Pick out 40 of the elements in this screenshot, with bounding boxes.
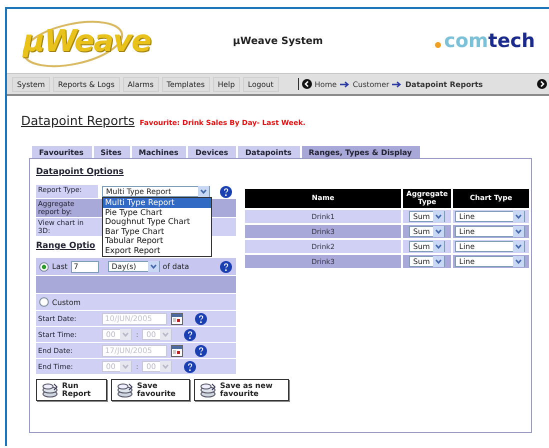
back-icon[interactable] xyxy=(302,79,312,89)
system-title: µWeave System xyxy=(232,36,324,46)
help-icon[interactable] xyxy=(195,344,207,356)
dropdown-option[interactable]: Tabular Report xyxy=(103,236,211,246)
radio-button[interactable] xyxy=(39,297,49,307)
disk-stack-icon xyxy=(41,382,59,398)
dropdown-option[interactable]: Bar Type Chart xyxy=(103,226,211,236)
arrow-icon xyxy=(392,80,402,88)
help-icon[interactable] xyxy=(195,312,207,324)
arrow-icon xyxy=(340,80,350,88)
caret-icon[interactable] xyxy=(513,256,524,267)
caret-icon[interactable] xyxy=(148,261,159,272)
help-icon[interactable] xyxy=(184,328,196,340)
section-heading: Range Optio xyxy=(36,241,96,251)
caret-icon[interactable] xyxy=(433,256,444,267)
disk-stack-icon xyxy=(199,382,217,398)
dropdown-option[interactable]: Pie Type Chart xyxy=(103,208,211,218)
caret-icon[interactable] xyxy=(513,241,524,252)
caret-icon[interactable] xyxy=(433,226,444,237)
dropdown-option[interactable]: Export Report xyxy=(103,246,211,256)
caret-icon[interactable] xyxy=(433,241,444,252)
caret-icon[interactable] xyxy=(513,211,524,222)
dropdown-option[interactable]: Multi Type Report xyxy=(103,198,211,208)
radio-button[interactable] xyxy=(39,262,49,272)
help-icon[interactable] xyxy=(220,260,232,272)
caret-icon[interactable] xyxy=(513,226,524,237)
dropdown-list[interactable]: Multi Type Report Pie Type Chart Doughnut Type Chart Bar Type Chart Tabular Report Export Report xyxy=(102,197,212,257)
caret-icon[interactable] xyxy=(198,186,209,197)
page-title: Datapoint Reports xyxy=(21,113,135,128)
dropdown-option[interactable]: Doughnut Type Chart xyxy=(103,217,211,227)
help-icon[interactable] xyxy=(220,186,232,198)
calendar-icon[interactable] xyxy=(171,312,183,324)
forward-icon[interactable] xyxy=(537,79,547,89)
caret-icon[interactable] xyxy=(433,211,444,222)
help-icon[interactable] xyxy=(184,360,196,372)
calendar-icon[interactable] xyxy=(171,344,183,356)
brand-logo: comtech xyxy=(435,30,535,52)
disk-stack-icon xyxy=(116,382,134,398)
dot-icon xyxy=(435,42,442,48)
section-heading: Datapoint Options xyxy=(36,167,124,177)
